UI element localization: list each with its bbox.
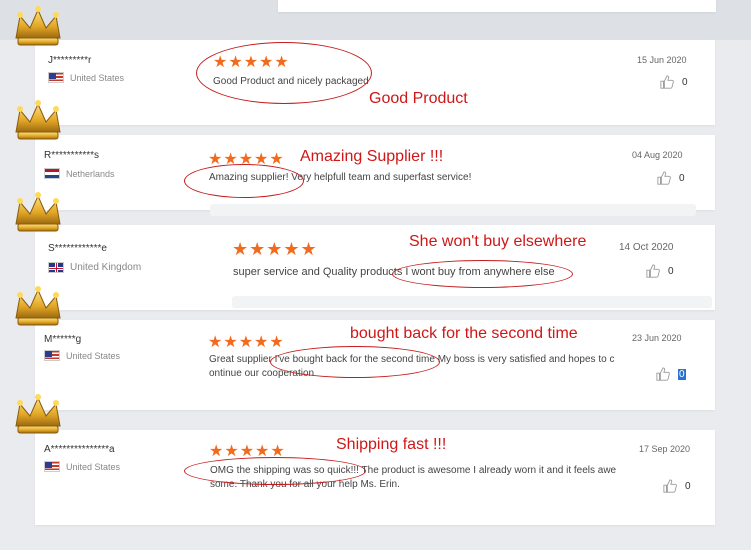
reviewer-name: A***************a — [44, 444, 115, 455]
reviewer-country: United Kingdom — [48, 262, 141, 273]
rating-stars: ★★★★★ — [232, 239, 318, 259]
review-date: 04 Aug 2020 — [632, 150, 683, 160]
reviewer-country: Netherlands — [44, 168, 115, 179]
like-control[interactable]: 0 — [660, 75, 688, 89]
like-control[interactable]: 0 — [656, 367, 686, 381]
annotation-label: Shipping fast !!! — [336, 436, 447, 453]
us-flag-icon — [48, 72, 64, 83]
uk-flag-icon — [48, 262, 64, 273]
nl-flag-icon — [44, 168, 60, 179]
like-control[interactable]: 0 — [657, 171, 685, 185]
country-name: United States — [66, 461, 121, 472]
review-date: 14 Oct 2020 — [619, 242, 674, 253]
review-card-1 — [35, 40, 715, 125]
review-date: 23 Jun 2020 — [632, 333, 682, 343]
reviewer-name: M******g — [44, 334, 82, 345]
us-flag-icon — [44, 350, 60, 361]
country-name: United Kingdom — [70, 262, 142, 273]
reviewer-country: United States — [44, 461, 120, 472]
reviewer-country: United States — [48, 72, 124, 83]
review-date: 15 Jun 2020 — [637, 55, 687, 65]
annotation-circle — [196, 42, 372, 104]
partial-card — [210, 204, 696, 216]
annotation-circle — [392, 260, 573, 288]
reviewer-name: J*********r — [48, 55, 92, 66]
thumbs-up-icon[interactable] — [656, 367, 670, 381]
annotation-label: Good Product — [369, 90, 468, 107]
annotation-label: bought back for the second time — [350, 325, 578, 342]
country-name: United States — [66, 350, 121, 361]
crown-icon — [15, 6, 61, 46]
crown-icon — [15, 100, 61, 140]
thumbs-up-icon[interactable] — [660, 75, 674, 89]
annotation-circle — [184, 164, 304, 198]
like-count: 0 — [685, 480, 691, 492]
annotation-label: She won't buy elsewhere — [409, 233, 587, 250]
review-date: 17 Sep 2020 — [639, 444, 691, 454]
annotation-label: Amazing Supplier !!! — [300, 148, 444, 165]
annotation-circle — [270, 346, 440, 378]
partial-card — [232, 296, 712, 308]
like-control[interactable]: 0 — [663, 479, 691, 493]
like-count: 0 — [668, 265, 674, 277]
reviewer-name: R***********s — [44, 150, 100, 161]
country-name: United States — [70, 72, 125, 83]
crown-icon — [15, 192, 61, 232]
thumbs-up-icon[interactable] — [663, 479, 677, 493]
annotation-circle — [184, 457, 366, 485]
like-control[interactable]: 0 — [646, 264, 674, 278]
thumbs-up-icon[interactable] — [646, 264, 660, 278]
country-name: Netherlands — [66, 168, 115, 179]
partial-card-top — [278, 0, 716, 12]
thumbs-up-icon[interactable] — [657, 171, 671, 185]
like-count: 0 — [682, 76, 688, 88]
reviewer-country: United States — [44, 350, 120, 361]
like-count: 0 — [678, 368, 686, 380]
like-count: 0 — [679, 172, 685, 184]
rating-stars: ★★★★★ — [208, 334, 285, 351]
reviewer-name: S************e — [48, 243, 107, 254]
crown-icon — [15, 286, 61, 326]
us-flag-icon — [44, 461, 60, 472]
crown-icon — [15, 394, 61, 434]
